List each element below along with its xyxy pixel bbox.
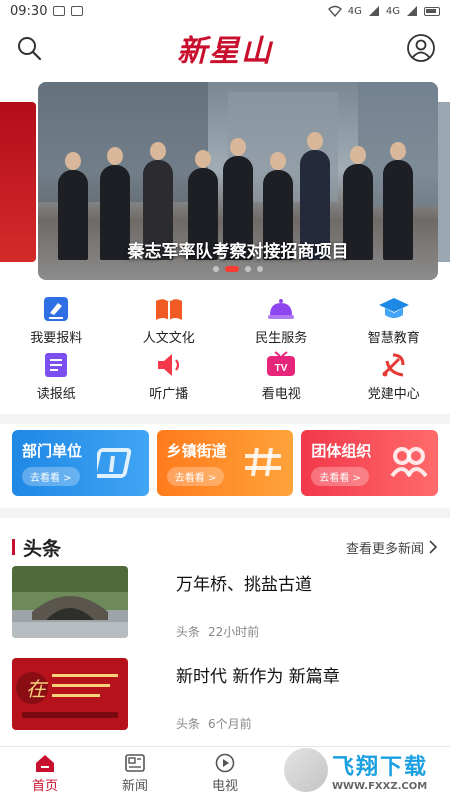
- network-4g-label-2: 4G: [385, 5, 400, 17]
- card-go-button[interactable]: 去看看 >: [311, 467, 369, 486]
- report-icon: [40, 294, 72, 324]
- section-accent-bar: [12, 539, 15, 555]
- grid-item-label: 听广播: [149, 387, 189, 402]
- chevron-right-icon: [429, 540, 438, 554]
- card-townships[interactable]: 乡镇街道 去看看 >: [156, 430, 294, 496]
- grid-item-label: 民生服务: [255, 331, 308, 346]
- book-icon: [153, 294, 185, 324]
- grid-item-party[interactable]: 党建中心: [338, 348, 450, 404]
- status-time: 09:30: [10, 3, 48, 19]
- grid-item-education[interactable]: 智慧教育: [338, 292, 450, 348]
- grid-item-label: 人文文化: [142, 331, 195, 346]
- banner-pagination: [38, 266, 438, 272]
- news-thumbnail-new-era: 在: [12, 658, 128, 730]
- card-go-button[interactable]: 去看看 >: [166, 467, 225, 486]
- grid-item-label: 智慧教育: [367, 331, 420, 346]
- play-icon: [214, 753, 236, 773]
- banner-prev-slide[interactable]: [0, 102, 36, 262]
- grid-item-label: 看电视: [261, 387, 301, 402]
- banner-carousel[interactable]: 秦志军率队考察对接招商项目: [0, 82, 450, 282]
- tab-label: 首页: [31, 779, 58, 794]
- news-time: 6个月前: [208, 717, 252, 731]
- app-header: 新星山: [0, 22, 450, 74]
- watermark-title: 飞翔下载: [332, 754, 429, 780]
- tab-news[interactable]: 新闻: [90, 747, 180, 800]
- tab-label: 新闻: [121, 779, 148, 794]
- signal-icon-2: [407, 6, 417, 16]
- grid-item-tv[interactable]: TV 看电视: [225, 348, 338, 404]
- watermark-logo: 飞翔下载 WWW.FXXZ.COM: [284, 742, 444, 798]
- more-news-link[interactable]: 查看更多新闻: [346, 538, 438, 557]
- category-cards: 部门单位 去看看 > 乡镇街道 去看看 > 团体组织 去看看 >: [12, 430, 439, 496]
- grid-item-label: 我要报料: [30, 331, 83, 346]
- grid-item-culture[interactable]: 人文文化: [113, 292, 226, 348]
- wifi-icon: [327, 5, 342, 17]
- banner-dot: [245, 266, 251, 272]
- svg-text:TV: TV: [275, 363, 288, 374]
- status-bar: 09:30 4G 4G: [0, 0, 450, 22]
- vibrate-icon: [53, 6, 66, 16]
- news-headline: 万年桥、挑盐古道: [176, 575, 312, 595]
- township-glyph-icon: [245, 447, 282, 477]
- network-4g-label: 4G: [347, 5, 362, 17]
- feature-grid: 我要报料 人文文化 民生服务 智慧教育 读报纸 听广播 TV 看电视 党建中心: [0, 292, 450, 408]
- banner-dot: [257, 266, 263, 272]
- graduation-cap-icon: [378, 294, 410, 324]
- banner-next-slide[interactable]: [438, 102, 450, 262]
- section-title: 头条: [23, 537, 62, 560]
- image-notification-icon: [71, 6, 84, 16]
- grid-item-newspaper[interactable]: 读报纸: [0, 348, 113, 404]
- department-glyph-icon: [96, 448, 131, 478]
- banner-caption: 秦志军率队考察对接招商项目: [127, 242, 349, 262]
- news-time: 22小时前: [208, 625, 260, 639]
- news-tag: 头条: [176, 625, 201, 639]
- party-emblem-icon: [378, 350, 410, 380]
- tab-label: 电视: [211, 779, 238, 794]
- grid-item-label: 读报纸: [36, 387, 76, 402]
- tab-tv[interactable]: 电视: [180, 747, 270, 800]
- banner-dot: [213, 266, 219, 272]
- battery-icon: [424, 6, 440, 16]
- tab-home[interactable]: 首页: [0, 747, 90, 800]
- newspaper-icon: [40, 350, 72, 380]
- news-item[interactable]: 在 新时代 新作为 新篇章 头条 6个月前: [12, 658, 438, 734]
- home-icon: [34, 753, 56, 773]
- news-thumbnail-bridge: [12, 566, 128, 638]
- service-bell-icon: [265, 294, 297, 324]
- card-departments[interactable]: 部门单位 去看看 >: [12, 430, 149, 496]
- grid-item-label: 党建中心: [367, 387, 420, 402]
- more-news-label: 查看更多新闻: [345, 541, 424, 557]
- card-go-button[interactable]: 去看看 >: [22, 467, 80, 486]
- svg-text:在: 在: [26, 677, 49, 701]
- watermark-emblem-icon: [284, 748, 328, 792]
- news-icon: [124, 753, 146, 773]
- card-organizations[interactable]: 团体组织 去看看 >: [301, 430, 439, 496]
- broadcast-icon: [153, 350, 185, 380]
- app-logo: 新星山: [177, 34, 273, 69]
- headlines-section-header: 头条 查看更多新闻: [12, 534, 438, 560]
- search-icon[interactable]: [14, 33, 44, 63]
- tv-icon: TV: [265, 350, 297, 380]
- grid-item-service[interactable]: 民生服务: [225, 292, 338, 348]
- signal-icon: [368, 6, 379, 16]
- organization-glyph-icon: [390, 447, 428, 478]
- user-profile-icon[interactable]: [406, 33, 436, 63]
- banner-dot-active: [225, 266, 239, 272]
- banner-main-slide[interactable]: 秦志军率队考察对接招商项目: [38, 82, 438, 280]
- news-item[interactable]: 万年桥、挑盐古道 头条 22小时前: [12, 566, 438, 642]
- section-divider: [0, 508, 450, 518]
- grid-item-report[interactable]: 我要报料: [0, 292, 113, 348]
- grid-item-radio[interactable]: 听广播: [113, 348, 226, 404]
- news-tag: 头条: [176, 717, 201, 731]
- section-divider: [0, 414, 450, 424]
- news-headline: 新时代 新作为 新篇章: [176, 667, 340, 687]
- watermark-url: WWW.FXXZ.COM: [332, 780, 428, 792]
